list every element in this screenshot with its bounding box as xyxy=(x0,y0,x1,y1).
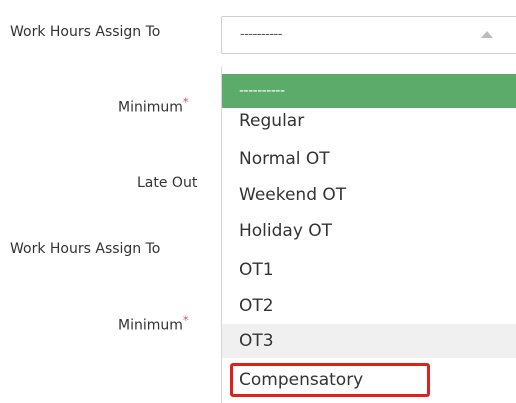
option-normal-ot[interactable]: Normal OT xyxy=(222,142,516,176)
option-weekend-ot[interactable]: Weekend OT xyxy=(222,178,516,212)
required-marker: * xyxy=(182,95,189,109)
minimum-label-2: Minimum* xyxy=(118,313,189,334)
required-marker-2: * xyxy=(182,313,189,327)
option-ot2[interactable]: OT2 xyxy=(222,289,516,323)
dropdown-list: ---------- Regular Normal OT Weekend OT … xyxy=(221,67,516,403)
work-hours-assign-to-label-2-text: Work Hours Assign To xyxy=(10,241,161,257)
work-hours-assign-to-select[interactable]: ---------- xyxy=(221,16,516,54)
option-ot1[interactable]: OT1 xyxy=(222,253,516,287)
late-out-label: Late Out xyxy=(137,175,197,191)
option-holiday-ot[interactable]: Holiday OT xyxy=(222,214,516,248)
minimum-label-2-text: Minimum xyxy=(118,317,183,334)
option-ot3[interactable]: OT3 xyxy=(222,324,516,358)
page: Work Hours Assign To Minimum* Late Out W… xyxy=(0,0,516,403)
select-current-value: ---------- xyxy=(240,27,282,42)
caret-up-icon[interactable] xyxy=(481,31,493,38)
work-hours-assign-to-label: Work Hours Assign To xyxy=(10,24,160,40)
work-hours-assign-to-label-2: Work Hours Assign To xyxy=(10,241,160,257)
minimum-label-text: Minimum xyxy=(118,99,183,116)
late-out-label-text: Late Out xyxy=(137,175,198,191)
option-blank[interactable]: ---------- xyxy=(222,74,516,108)
option-compensatory[interactable]: Compensatory xyxy=(222,363,516,397)
option-regular[interactable]: Regular xyxy=(222,104,516,138)
work-hours-assign-to-label-text: Work Hours Assign To xyxy=(10,24,161,40)
minimum-label: Minimum* xyxy=(118,95,189,116)
